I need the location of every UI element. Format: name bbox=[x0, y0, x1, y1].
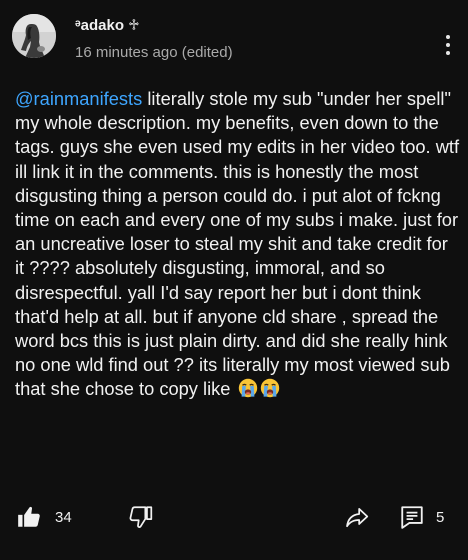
reply-button[interactable] bbox=[399, 504, 425, 530]
reply-icon bbox=[401, 506, 423, 529]
dislike-button[interactable] bbox=[128, 504, 154, 530]
loudly-crying-face-emoji bbox=[260, 379, 279, 398]
share-button[interactable] bbox=[343, 504, 371, 530]
thumbs-down-icon bbox=[129, 506, 153, 528]
comment-text: @rainmanifests literally stole my sub "u… bbox=[15, 87, 461, 402]
share-icon bbox=[346, 508, 369, 528]
comment-card: ᵊadako ♱ 16 minutes ago (edited) @rainma… bbox=[0, 0, 468, 560]
loudly-crying-face-emoji bbox=[238, 379, 257, 398]
author-name[interactable]: ᵊadako ♱ bbox=[75, 16, 140, 34]
mention-link[interactable]: @rainmanifests bbox=[15, 88, 142, 109]
comment-body: literally stole my sub "under her spell"… bbox=[15, 88, 460, 400]
avatar[interactable] bbox=[12, 14, 56, 58]
like-button[interactable] bbox=[16, 504, 42, 530]
comment-actions: 34 5 bbox=[0, 498, 468, 538]
comment-timestamp[interactable]: 16 minutes ago (edited) bbox=[75, 44, 233, 61]
like-count: 34 bbox=[55, 509, 72, 526]
more-vert-icon[interactable] bbox=[436, 30, 460, 60]
reply-count: 5 bbox=[436, 509, 445, 526]
thumbs-up-icon bbox=[18, 506, 40, 527]
